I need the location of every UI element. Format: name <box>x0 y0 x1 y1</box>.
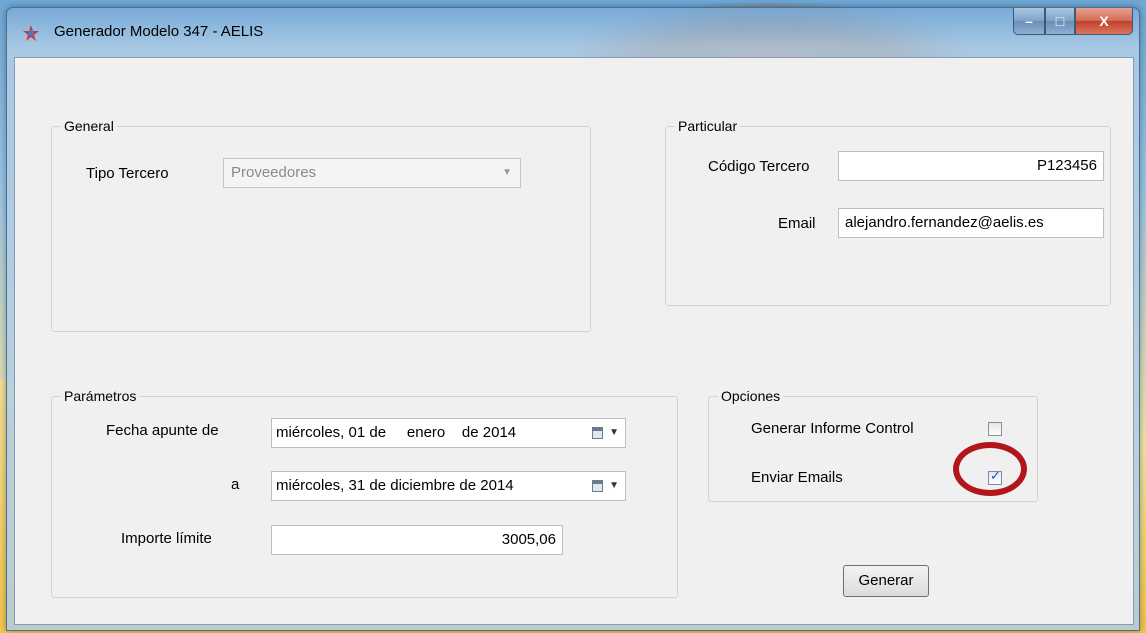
fecha-desde-value: miércoles, 01 de enero de 2014 <box>276 424 517 441</box>
chevron-down-icon: ▼ <box>609 480 619 491</box>
title-bar[interactable]: Generador Modelo 347 - AELIS – □ X <box>7 8 1139 56</box>
app-icon <box>23 25 39 41</box>
calendar-icon <box>592 480 603 492</box>
close-button[interactable]: X <box>1075 8 1133 35</box>
group-particular: Particular Código Tercero P123456 Email … <box>665 117 1111 306</box>
chevron-down-icon: ▼ <box>502 167 512 178</box>
codigo-tercero-label: Código Tercero <box>708 158 810 175</box>
highlight-ring-annotation <box>953 442 1027 496</box>
minimize-button[interactable]: – <box>1013 8 1045 35</box>
minimize-icon: – <box>1025 13 1033 29</box>
generar-button[interactable]: Generar <box>843 565 929 597</box>
client-area: General Tipo Tercero Proveedores ▼ Parti… <box>14 57 1134 625</box>
group-parametros-label: Parámetros <box>61 387 140 405</box>
enviar-emails-label: Enviar Emails <box>751 469 843 486</box>
fecha-desde-label: Fecha apunte de <box>106 422 219 439</box>
chevron-down-icon: ▼ <box>609 427 619 438</box>
tipo-tercero-label: Tipo Tercero <box>86 165 169 182</box>
window-controls: – □ X <box>1013 8 1133 36</box>
group-general-label: General <box>61 117 117 135</box>
importe-limite-label: Importe límite <box>121 530 212 547</box>
codigo-tercero-input[interactable]: P123456 <box>838 151 1104 181</box>
fecha-hasta-label: a <box>231 476 240 493</box>
close-icon: X <box>1099 13 1109 29</box>
maximize-icon: □ <box>1055 13 1065 29</box>
group-general: General Tipo Tercero Proveedores ▼ <box>51 117 591 332</box>
app-window: Generador Modelo 347 - AELIS – □ X Gener… <box>6 7 1140 631</box>
email-input[interactable]: alejandro.fernandez@aelis.es <box>838 208 1104 238</box>
generar-informe-label: Generar Informe Control <box>751 420 914 437</box>
group-opciones-label: Opciones <box>718 387 784 405</box>
group-parametros: Parámetros Fecha apunte de miércoles, 01… <box>51 387 678 598</box>
fecha-desde-picker[interactable]: miércoles, 01 de enero de 2014 ▼ <box>271 418 626 448</box>
calendar-icon <box>592 427 603 439</box>
window-title: Generador Modelo 347 - AELIS <box>54 23 264 40</box>
maximize-button[interactable]: □ <box>1045 8 1075 35</box>
tipo-tercero-value: Proveedores <box>231 164 317 181</box>
email-label: Email <box>778 215 816 232</box>
importe-limite-input[interactable]: 3005,06 <box>271 525 563 555</box>
generar-informe-checkbox[interactable] <box>988 422 1002 436</box>
tipo-tercero-select[interactable]: Proveedores ▼ <box>223 158 521 188</box>
fecha-hasta-value: miércoles, 31 de diciembre de 2014 <box>276 477 514 494</box>
group-particular-label: Particular <box>675 117 741 135</box>
fecha-hasta-picker[interactable]: miércoles, 31 de diciembre de 2014 ▼ <box>271 471 626 501</box>
